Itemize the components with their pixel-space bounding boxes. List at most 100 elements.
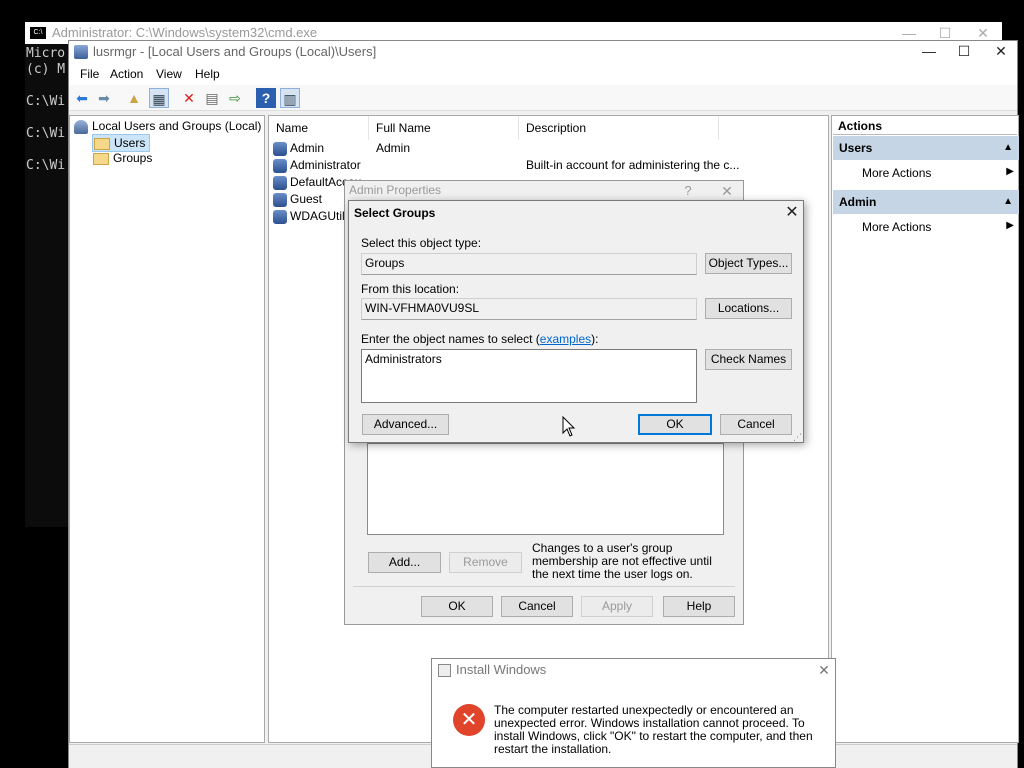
user-icon <box>273 192 287 207</box>
examples-link[interactable]: examples <box>540 332 591 346</box>
ok-button[interactable]: OK <box>421 596 493 617</box>
object-names-label: Enter the object names to select (exampl… <box>361 332 598 346</box>
tree-root[interactable]: Local Users and Groups (Local) <box>74 119 261 134</box>
menu-bar: File Action View Help <box>69 63 1017 85</box>
cmd-line-8: C:\Wi <box>26 158 66 173</box>
help-icon[interactable]: ? <box>256 88 276 108</box>
apply-button[interactable]: Apply <box>581 596 653 617</box>
check-names-button[interactable]: Check Names <box>705 349 792 370</box>
lusrmgr-titlebar[interactable]: lusrmgr - [Local Users and Groups (Local… <box>69 41 1017 63</box>
select-groups-title: Select Groups <box>354 206 436 220</box>
lusrmgr-maximize-button[interactable]: ☐ <box>954 41 974 61</box>
actions-section-admin-title: Admin <box>839 195 877 209</box>
object-types-button[interactable]: Object Types... <box>705 253 792 274</box>
dialog-divider <box>353 586 735 587</box>
row-description: Built-in account for administering the c… <box>526 158 740 172</box>
tree-root-label: Local Users and Groups (Local) <box>92 119 262 133</box>
folder-icon <box>94 137 110 150</box>
actions-pane: Actions Users ▲ More Actions ▶ Admin ▲ M… <box>831 115 1019 743</box>
cmd-title: Administrator: C:\Windows\system32\cmd.e… <box>52 25 318 40</box>
table-row[interactable]: Guest <box>273 192 322 209</box>
cmd-icon: C:\ <box>30 27 46 39</box>
toolbar: ⬅ ➡ ▲ ▦ ✕ ▤ ⇨ ? ▥ <box>69 85 1017 111</box>
object-type-field: Groups <box>361 253 697 275</box>
object-names-input[interactable]: Administrators <box>361 349 697 403</box>
table-row[interactable]: WDAGUtilit <box>273 209 351 226</box>
resize-grip-icon[interactable]: ⋰ <box>793 432 802 443</box>
install-windows-dialog: Install Windows ✕ ✕ The computer restart… <box>431 658 836 768</box>
user-icon <box>273 175 287 190</box>
help-glyph[interactable]: ? <box>678 181 698 201</box>
tree-pane: Local Users and Groups (Local) Users Gro… <box>69 115 265 743</box>
delete-icon[interactable]: ✕ <box>179 88 199 108</box>
install-windows-title: Install Windows <box>456 662 547 677</box>
help-button[interactable]: Help <box>663 596 735 617</box>
user-icon <box>273 141 287 156</box>
row-name: Guest <box>290 192 323 206</box>
select-groups-close-button[interactable]: ✕ <box>782 203 802 223</box>
folder-icon <box>93 152 109 165</box>
collapse-icon[interactable]: ▲ <box>1003 136 1013 160</box>
select-groups-cancel-button[interactable]: Cancel <box>720 414 792 435</box>
users-more-actions[interactable]: More Actions ▶ <box>862 166 1014 180</box>
row-name: Administrator <box>290 158 361 172</box>
object-names-label-prefix: Enter the object names to select ( <box>361 332 540 346</box>
install-error-message: The computer restarted unexpectedly or e… <box>494 703 813 756</box>
lusrmgr-title: lusrmgr - [Local Users and Groups (Local… <box>93 44 377 59</box>
object-type-label: Select this object type: <box>361 236 482 250</box>
admin-properties-close-button[interactable]: ✕ <box>717 181 737 201</box>
actions-section-admin[interactable]: Admin ▲ <box>833 190 1019 214</box>
up-folder-icon[interactable]: ▲ <box>124 88 144 108</box>
export-list-icon[interactable]: ⇨ <box>225 88 245 108</box>
object-names-label-suffix: ): <box>591 332 599 346</box>
cmd-line-1: Micro <box>26 46 66 61</box>
actions-section-users[interactable]: Users ▲ <box>833 136 1019 160</box>
column-name[interactable]: Name <box>269 116 369 140</box>
table-row[interactable]: Administrator Built-in account for admin… <box>273 158 739 175</box>
user-icon <box>273 158 287 173</box>
lusrmgr-close-button[interactable]: ✕ <box>991 41 1011 61</box>
admin-more-actions-label: More Actions <box>862 220 932 234</box>
table-row[interactable]: Admin Admin <box>273 141 410 158</box>
admin-properties-title: Admin Properties <box>349 183 442 197</box>
submenu-arrow-icon: ▶ <box>1006 220 1014 231</box>
submenu-arrow-icon: ▶ <box>1006 166 1014 177</box>
row-full-name: Admin <box>376 141 411 155</box>
select-groups-ok-button[interactable]: OK <box>638 414 712 435</box>
menu-view[interactable]: View <box>156 67 182 81</box>
cmd-line-2: (c) M <box>26 62 66 77</box>
tree-item-groups[interactable]: Groups <box>93 151 152 165</box>
cancel-button[interactable]: Cancel <box>501 596 573 617</box>
actions-header: Actions <box>833 117 1017 135</box>
column-description[interactable]: Description <box>519 116 719 140</box>
cmd-line-6: C:\Wi <box>26 126 66 141</box>
show-hide-tree-icon[interactable]: ▦ <box>149 88 169 108</box>
select-groups-dialog: Select Groups ✕ Select this object type:… <box>348 200 804 443</box>
lusrmgr-minimize-button[interactable]: — <box>919 41 939 61</box>
remove-button[interactable]: Remove <box>449 552 522 573</box>
properties-icon[interactable]: ▤ <box>202 88 222 108</box>
member-of-list[interactable] <box>367 443 724 535</box>
add-button[interactable]: Add... <box>368 552 441 573</box>
users-more-actions-label: More Actions <box>862 166 932 180</box>
tree-item-users[interactable]: Users <box>92 134 151 152</box>
tree-item-groups-label: Groups <box>113 151 153 165</box>
column-full-name[interactable]: Full Name <box>369 116 519 140</box>
setup-app-icon <box>438 664 451 677</box>
install-windows-close-button[interactable]: ✕ <box>814 660 834 680</box>
menu-help[interactable]: Help <box>195 67 220 81</box>
cmd-line-4: C:\Wi <box>26 94 66 109</box>
admin-more-actions[interactable]: More Actions ▶ <box>862 220 1014 234</box>
location-field: WIN-VFHMA0VU9SL <box>361 298 697 320</box>
forward-icon[interactable]: ➡ <box>94 88 114 108</box>
row-name: WDAGUtilit <box>290 209 351 223</box>
locations-button[interactable]: Locations... <box>705 298 792 319</box>
error-icon: ✕ <box>453 704 485 736</box>
users-group-icon <box>74 119 88 134</box>
menu-file[interactable]: File <box>80 67 99 81</box>
collapse-icon[interactable]: ▲ <box>1003 190 1013 214</box>
menu-action[interactable]: Action <box>110 67 143 81</box>
advanced-button[interactable]: Advanced... <box>362 414 449 435</box>
show-action-pane-icon[interactable]: ▥ <box>280 88 300 108</box>
back-icon[interactable]: ⬅ <box>72 88 92 108</box>
